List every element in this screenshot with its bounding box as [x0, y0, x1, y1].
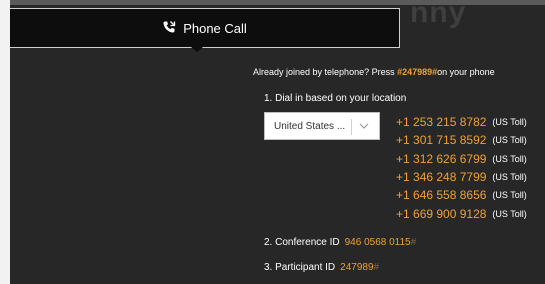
dial-in-number-row: +1 646 558 8656 (US Toll) [396, 186, 545, 204]
tab-phone-call[interactable]: Phone Call [10, 8, 400, 48]
dial-in-label: 1. Dial in based on your location [264, 93, 407, 104]
dial-in-number-row: +1 346 248 7799 (US Toll) [396, 168, 545, 186]
participant-id-hash: # [373, 262, 380, 273]
toll-tag: (US Toll) [492, 172, 527, 183]
chevron-down-icon[interactable] [359, 119, 369, 136]
country-select-value: United States ... [274, 120, 346, 132]
dial-in-number-row: +1 312 626 6799 (US Toll) [396, 150, 545, 168]
conference-id-value: 946 0568 0115 [344, 237, 411, 248]
joined-prefix: Already joined by telephone? Press [253, 67, 398, 77]
joined-pin: #247989# [397, 67, 438, 77]
dial-in-number[interactable]: +1 253 215 8782 [396, 115, 486, 129]
dial-in-number[interactable]: +1 346 248 7799 [396, 170, 486, 184]
joined-suffix: on your phone [437, 67, 495, 77]
phone-call-panel: nny Phone Call Already joined by telepho… [10, 0, 545, 284]
tab-pointer [191, 47, 203, 52]
conference-id-label: 2. Conference ID [264, 237, 340, 248]
dial-in-number[interactable]: +1 301 715 8592 [396, 133, 486, 147]
toll-tag: (US Toll) [492, 190, 527, 201]
phone-call-icon [162, 20, 176, 37]
dial-in-number-row: +1 301 715 8592 (US Toll) [396, 131, 545, 149]
tab-phone-call-label: Phone Call [183, 20, 247, 36]
dial-in-number[interactable]: +1 646 558 8656 [396, 188, 486, 202]
already-joined-text: Already joined by telephone? Press #2479… [253, 67, 495, 77]
select-divider [351, 119, 352, 135]
toll-tag: (US Toll) [492, 153, 527, 164]
dial-in-number-row: +1 669 900 9128 (US Toll) [396, 204, 545, 222]
background-title: nny [410, 0, 467, 29]
participant-id-row: 3. Participant ID 247989# [264, 262, 379, 273]
participant-id-value: 247989 [340, 262, 374, 273]
toll-tag: (US Toll) [492, 117, 527, 128]
conference-id-hash: # [410, 237, 417, 248]
dial-in-number[interactable]: +1 312 626 6799 [396, 152, 486, 166]
dial-in-number[interactable]: +1 669 900 9128 [396, 207, 486, 221]
dial-in-number-list: +1 253 215 8782 (US Toll) +1 301 715 859… [396, 113, 545, 223]
country-select[interactable]: United States ... [264, 112, 380, 140]
toll-tag: (US Toll) [492, 135, 527, 146]
participant-id-label: 3. Participant ID [264, 262, 336, 273]
dial-in-number-row: +1 253 215 8782 (US Toll) [396, 113, 545, 131]
conference-id-row: 2. Conference ID 946 0568 0115# [264, 237, 416, 248]
toll-tag: (US Toll) [492, 208, 527, 219]
